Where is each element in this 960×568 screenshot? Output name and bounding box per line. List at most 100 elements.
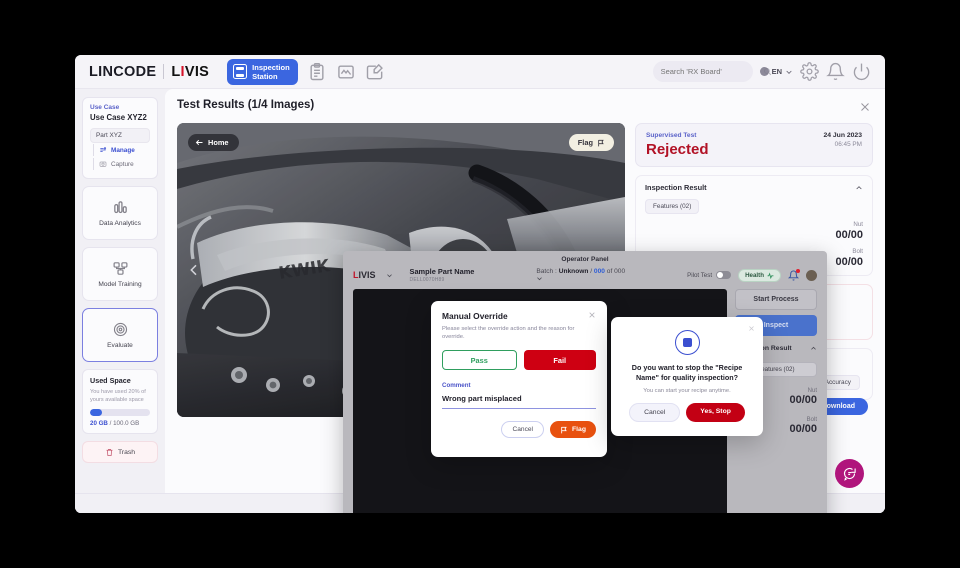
verdict-value: Rejected: [646, 141, 709, 158]
trash-label: Trash: [117, 448, 136, 456]
manual-override-cancel-button[interactable]: Cancel: [501, 421, 545, 438]
feature-rows: Nut 00/00: [645, 221, 863, 241]
livis-vis: VIS: [184, 63, 210, 80]
manual-override-description: Please select the override action and th…: [442, 326, 575, 340]
use-case-card: Use Case Use Case XYZ2 Part XYZ Manage C…: [82, 97, 158, 179]
page-title: Test Results (1/4 Images): [177, 99, 315, 111]
note-edit-icon[interactable]: [365, 62, 385, 82]
used-space-progress-fill: [90, 409, 102, 416]
sidebar: Use Case Use Case XYZ2 Part XYZ Manage C…: [75, 89, 165, 513]
used-space-description: You have used 20% of yours available spa…: [90, 389, 146, 403]
brand-livis: LIVIS: [171, 64, 209, 80]
start-process-button[interactable]: Start Process: [735, 289, 817, 310]
batch-chevron-down-icon[interactable]: [536, 275, 625, 282]
operator-batch[interactable]: Batch : Unknown / 000 of 000: [536, 268, 625, 282]
gear-icon[interactable]: [800, 62, 819, 81]
stop-dialog-subtext: You can start your recipe anytime.: [643, 388, 731, 394]
trash-icon: [105, 448, 114, 457]
notification-dot: [795, 268, 800, 273]
sidebar-item-capture[interactable]: Capture: [90, 157, 150, 171]
home-button[interactable]: Home: [188, 134, 239, 151]
verdict-left: Supervised Test Rejected: [646, 132, 709, 158]
manual-override-title: Manual Override: [442, 311, 508, 321]
health-label: Health: [745, 271, 764, 279]
part-chip[interactable]: Part XYZ: [90, 128, 150, 143]
batch-total: 000: [614, 268, 626, 275]
operator-part-name: Sample Part Name: [409, 267, 475, 276]
image-chart-icon[interactable]: [336, 62, 356, 82]
screen: LINCODE LIVIS Inspection Station Search …: [0, 0, 960, 568]
avatar[interactable]: [805, 269, 817, 281]
sidebar-item-manage-label: Manage: [111, 146, 135, 154]
home-button-label: Home: [208, 138, 229, 147]
verdict-date: 24 Jun 2023: [823, 132, 862, 139]
stop-recipe-dialog: Do you want to stop the "Recipe Name" fo…: [611, 317, 763, 436]
sidebar-item-evaluate[interactable]: Evaluate: [82, 308, 158, 362]
trash-button[interactable]: Trash: [82, 441, 158, 463]
stop-dialog-buttons: Cancel Yes, Stop: [622, 403, 752, 422]
close-icon[interactable]: [859, 101, 871, 113]
chevron-up-icon[interactable]: [855, 184, 863, 192]
health-chip[interactable]: Health: [738, 268, 781, 282]
feature-nut-name: Nut: [853, 221, 863, 228]
inspection-result-header[interactable]: Inspection Result: [645, 183, 863, 192]
prev-image-button[interactable]: [186, 262, 202, 278]
tab-label-line2: Station: [252, 71, 278, 81]
chat-fab-button[interactable]: [835, 459, 864, 488]
stop-dialog-confirm-button[interactable]: Yes, Stop: [686, 403, 745, 422]
verdict-time: 06:45 PM: [834, 141, 862, 148]
operator-part-code: DELL0070H89: [409, 277, 445, 283]
pilot-test-toggle[interactable]: [716, 271, 732, 279]
notification-bell-icon[interactable]: [826, 62, 845, 81]
search-box[interactable]: [652, 61, 771, 82]
power-icon[interactable]: [852, 62, 871, 81]
sidebar-item-evaluate-label: Evaluate: [107, 342, 133, 349]
livis-l: L: [171, 63, 181, 80]
brand-lincode: LINCODE: [89, 63, 157, 80]
flag-button[interactable]: Flag: [568, 134, 614, 151]
flag-button-label: Flag: [577, 138, 593, 147]
search-icon[interactable]: [763, 67, 772, 76]
manage-icon: [99, 146, 107, 154]
comment-input[interactable]: Wrong part misplaced: [442, 394, 596, 409]
sidebar-item-model-training[interactable]: Model Training: [82, 247, 158, 301]
close-icon[interactable]: [748, 325, 755, 332]
brand-divider: [163, 64, 165, 79]
brand-logo: LINCODE LIVIS: [89, 64, 209, 80]
operator-result-chevron-up-icon[interactable]: [810, 345, 817, 352]
features-chip[interactable]: Features (02): [645, 199, 700, 214]
top-bar-right: EN: [652, 61, 871, 82]
sidebar-item-manage[interactable]: Manage: [90, 143, 150, 157]
operator-brand-chevron-icon[interactable]: [386, 272, 393, 279]
pass-button[interactable]: Pass: [442, 350, 517, 370]
sidebar-item-data-analytics-label: Data Analytics: [99, 220, 141, 227]
chat-bubble-icon: [842, 466, 857, 481]
fail-button[interactable]: Fail: [523, 350, 596, 370]
batch-separator: /: [590, 268, 593, 275]
batch-of: of: [606, 268, 613, 275]
inspection-station-icon: [233, 64, 248, 79]
stop-square-icon: [674, 330, 700, 355]
flag-icon: [597, 139, 605, 147]
sidebar-item-data-analytics[interactable]: Data Analytics: [82, 186, 158, 240]
tab-inspection-station[interactable]: Inspection Station: [227, 58, 298, 85]
feature-nut: Nut 00/00: [645, 221, 863, 241]
operator-notification-bell-icon[interactable]: [787, 268, 800, 281]
features-chip-row: Features (02): [645, 199, 863, 214]
training-icon: [112, 260, 129, 277]
search-input[interactable]: [660, 67, 758, 76]
pilot-test-control[interactable]: Pilot Test: [687, 271, 732, 279]
manual-override-flag-button[interactable]: Flag: [550, 421, 596, 438]
close-icon[interactable]: [588, 311, 596, 319]
feature-nut-value: 00/00: [835, 229, 863, 241]
operator-brand-rest: IVIS: [358, 270, 376, 280]
manual-override-footer: Cancel Flag: [442, 421, 596, 438]
heartbeat-icon: [767, 271, 774, 279]
operator-panel-bar: LIVIS Sample Part Name DELL0070H89 Batch…: [343, 263, 827, 289]
language-code: EN: [771, 67, 782, 76]
stop-dialog-cancel-button[interactable]: Cancel: [629, 403, 681, 422]
clipboard-icon[interactable]: [307, 62, 327, 82]
batch-current: 000: [593, 268, 605, 275]
used-space-numbers: 20 GB / 100.0 GB: [90, 420, 150, 427]
used-space-card: Used Space You have used 20% of yours av…: [82, 369, 158, 434]
